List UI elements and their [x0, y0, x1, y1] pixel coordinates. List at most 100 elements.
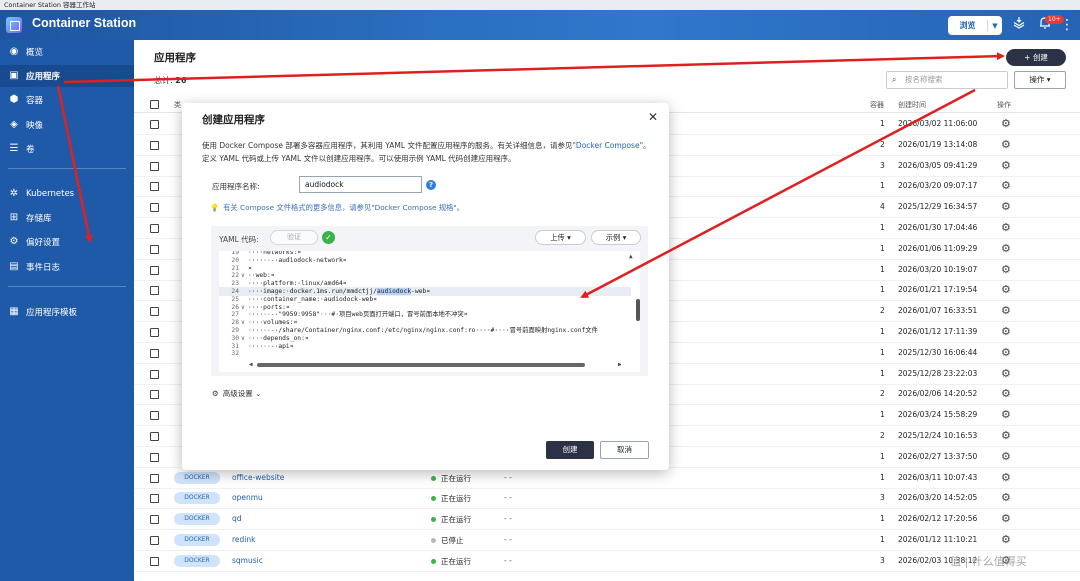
- yaml-editor[interactable]: 19 ····networks:¤ 20 ······-·audiodock-netw…: [219, 251, 640, 372]
- row-checkbox[interactable]: [150, 494, 159, 504]
- row-checkbox[interactable]: [150, 182, 159, 192]
- browse-dropdown-button[interactable]: 浏览 ▼: [948, 16, 1002, 35]
- gear-icon[interactable]: ⚙: [1001, 242, 1011, 255]
- row-checkbox[interactable]: [150, 369, 159, 379]
- vertical-scrollbar[interactable]: [636, 299, 640, 321]
- row-checkbox[interactable]: [150, 203, 159, 213]
- close-icon[interactable]: ✕: [648, 110, 658, 124]
- app-name-link[interactable]: qd: [232, 514, 242, 523]
- gear-icon[interactable]: ⚙: [1001, 117, 1011, 130]
- gear-icon[interactable]: ⚙: [1001, 408, 1011, 421]
- docker-compose-link[interactable]: "Docker Compose": [572, 141, 643, 150]
- sidebar-item-preferences[interactable]: ⚙ 偏好设置: [0, 231, 134, 253]
- dialog-cancel-button[interactable]: 取消: [600, 441, 649, 459]
- more-vertical-icon[interactable]: ⋮: [1058, 16, 1076, 34]
- app-name-link[interactable]: redink: [232, 535, 255, 544]
- scroll-up-icon[interactable]: ▲: [629, 253, 633, 260]
- created-time: 2026/03/20 09:07:17: [898, 181, 978, 191]
- gear-icon[interactable]: ⚙: [1001, 179, 1011, 192]
- sidebar-item-event-log[interactable]: ▤ 事件日志: [0, 256, 134, 278]
- gear-icon[interactable]: ⚙: [1001, 263, 1011, 276]
- gear-icon[interactable]: ⚙: [1001, 450, 1011, 463]
- upload-dropdown-button[interactable]: 上传 ▾: [535, 230, 586, 245]
- gear-icon[interactable]: ⚙: [1001, 533, 1011, 546]
- gear-icon[interactable]: ⚙: [1001, 367, 1011, 380]
- row-checkbox[interactable]: [150, 286, 159, 296]
- sidebar-item-kubernetes[interactable]: ✲ Kubernetes: [0, 183, 134, 205]
- table-row[interactable]: DOCKER openmu 正在运行 - - 3 2026/03/20 14:52:05 ⚙: [134, 488, 1080, 510]
- scroll-right-icon[interactable]: ▶: [618, 361, 622, 368]
- type-badge: DOCKER: [174, 534, 220, 546]
- sidebar-item-applications[interactable]: ▣ 应用程序: [0, 65, 134, 87]
- hint-text[interactable]: 有关 Compose 文件格式的更多信息，请参见"Docker Compose …: [223, 203, 464, 212]
- gear-icon[interactable]: ⚙: [1001, 304, 1011, 317]
- row-checkbox[interactable]: [150, 348, 159, 358]
- row-checkbox[interactable]: [150, 265, 159, 275]
- gear-icon[interactable]: ⚙: [1001, 491, 1011, 504]
- table-row[interactable]: DOCKER redink 已停止 - - 1 2026/01/12 11:10:21 ⚙: [134, 530, 1080, 551]
- row-checkbox[interactable]: [150, 307, 159, 317]
- row-checkbox[interactable]: [150, 161, 159, 171]
- app-name-link[interactable]: openmu: [232, 493, 263, 502]
- gear-icon: ⚙: [212, 389, 219, 398]
- row-checkbox[interactable]: [150, 120, 159, 129]
- sample-dropdown-button[interactable]: 示例 ▾: [591, 230, 641, 245]
- sidebar-item-label: 应用程序模板: [26, 308, 78, 318]
- status-dot: [431, 517, 436, 523]
- sidebar-item-containers[interactable]: ⬢ 容器: [0, 89, 134, 111]
- sidebar-item-overview[interactable]: ◉ 概览: [0, 41, 134, 63]
- container-count: 1: [880, 368, 885, 378]
- horizontal-scrollbar[interactable]: [257, 363, 585, 367]
- table-row[interactable]: DOCKER qd 正在运行 - - 1 2026/02/12 17:20:56 ⚙: [134, 509, 1080, 531]
- gear-icon[interactable]: ⚙: [1001, 387, 1011, 400]
- row-checkbox[interactable]: [150, 140, 159, 150]
- gear-icon[interactable]: ⚙: [1001, 429, 1011, 442]
- created-time: 2026/03/05 09:41:29: [898, 160, 978, 170]
- row-checkbox[interactable]: [150, 328, 159, 337]
- row-checkbox[interactable]: [150, 224, 159, 233]
- sidebar-item-app-templates[interactable]: ▦ 应用程序模板: [0, 301, 134, 323]
- row-checkbox[interactable]: [150, 411, 159, 421]
- select-all-checkbox[interactable]: [150, 100, 159, 109]
- scroll-left-icon[interactable]: ◀: [249, 361, 253, 368]
- sidebar-item-images[interactable]: ◈ 映像: [0, 114, 134, 136]
- created-time: 2026/03/24 15:58:29: [898, 410, 978, 420]
- gear-icon[interactable]: ⚙: [1001, 159, 1011, 172]
- search-input[interactable]: ⌕ 按名称搜索: [886, 71, 1008, 89]
- row-checkbox[interactable]: [150, 432, 159, 441]
- gear-icon[interactable]: ⚙: [1001, 325, 1011, 338]
- row-checkbox[interactable]: [150, 473, 159, 483]
- app-name-input[interactable]: audiodock: [299, 176, 422, 193]
- advanced-settings-toggle[interactable]: ⚙ 高级设置 ⌄: [212, 388, 261, 399]
- row-checkbox[interactable]: [150, 536, 159, 545]
- created-time: 2026/01/07 16:33:51: [898, 306, 978, 316]
- row-checkbox[interactable]: [150, 556, 159, 566]
- row-checkbox[interactable]: [150, 390, 159, 400]
- row-placeholder: - -: [504, 535, 512, 544]
- help-icon[interactable]: ?: [426, 180, 436, 190]
- create-button[interactable]: + 创建: [1006, 49, 1066, 66]
- row-checkbox[interactable]: [150, 244, 159, 254]
- container-count: 1: [880, 264, 885, 274]
- stack-icon[interactable]: [1010, 16, 1028, 34]
- gear-icon[interactable]: ⚙: [1001, 138, 1011, 151]
- dialog-create-button[interactable]: 创建: [546, 441, 594, 459]
- gear-icon[interactable]: ⚙: [1001, 512, 1011, 525]
- gear-icon[interactable]: ⚙: [1001, 221, 1011, 234]
- gear-icon[interactable]: ⚙: [1001, 200, 1011, 213]
- sidebar-item-label: 偏好设置: [26, 238, 61, 248]
- gear-icon[interactable]: ⚙: [1001, 346, 1011, 359]
- table-row[interactable]: DOCKER sqmusic 正在运行 - -3 2026/02/03 10:38:12…: [134, 551, 1080, 572]
- app-name-link[interactable]: office-website: [232, 473, 284, 482]
- table-row[interactable]: DOCKER office-website 正在运行 - - 1 2026/03/11 1…: [134, 468, 1080, 489]
- app-name-link[interactable]: sqmusic: [232, 556, 263, 565]
- row-checkbox[interactable]: [150, 515, 159, 525]
- verify-button[interactable]: 验证: [270, 230, 318, 245]
- sidebar-item-volumes[interactable]: ☰ 卷: [0, 138, 134, 160]
- chevron-down-icon[interactable]: ▼: [988, 22, 1002, 30]
- actions-dropdown-button[interactable]: 操作 ▾: [1014, 71, 1066, 89]
- row-checkbox[interactable]: [150, 452, 159, 462]
- gear-icon[interactable]: ⚙: [1001, 471, 1011, 484]
- sidebar-item-repositories[interactable]: ⊞ 存储库: [0, 207, 134, 229]
- gear-icon[interactable]: ⚙: [1001, 283, 1011, 296]
